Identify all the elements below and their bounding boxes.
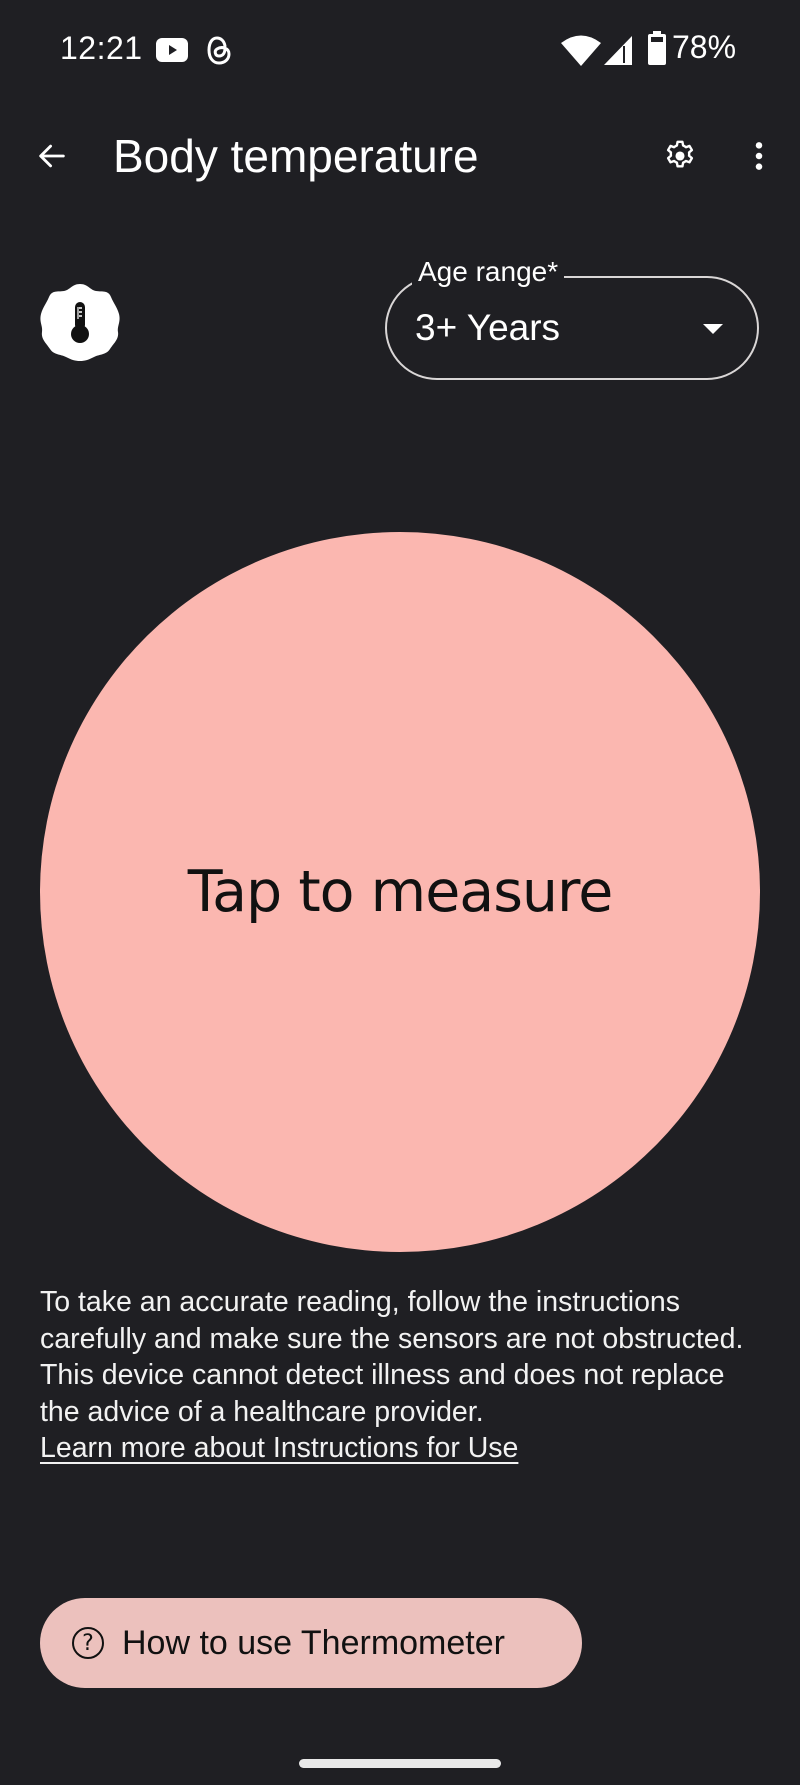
status-time: 12:21: [60, 30, 143, 66]
disclaimer-text: To take an accurate reading, follow the …: [40, 1286, 744, 1428]
more-options-button[interactable]: [735, 132, 783, 180]
cellular-signal-icon: [604, 36, 632, 65]
more-vert-icon: [755, 142, 763, 170]
body-temperature-screen: 12:21 78% Body temperature Age range* 3+…: [0, 0, 800, 1785]
gesture-navigation-bar[interactable]: [299, 1759, 501, 1768]
app-bar: Body temperature: [0, 110, 800, 200]
youtube-icon: [156, 38, 188, 62]
tap-to-measure-button[interactable]: Tap to measure: [40, 532, 760, 1252]
arrow-back-icon: [39, 144, 65, 168]
age-range-label: Age range*: [412, 256, 565, 288]
threads-icon: [207, 36, 231, 65]
battery-icon: [648, 31, 666, 65]
how-to-use-thermometer-button[interactable]: ? How to use Thermometer: [40, 1598, 582, 1688]
wifi-icon: [561, 35, 601, 66]
status-bar: 12:21 78%: [0, 0, 800, 100]
help-circle-icon: ?: [72, 1627, 104, 1659]
settings-gear-icon: [666, 140, 694, 168]
dropdown-caret-icon: [703, 324, 723, 334]
back-button[interactable]: [28, 132, 76, 180]
instructions-for-use-link[interactable]: Learn more about Instructions for Use: [40, 1430, 518, 1467]
thermometer-badge: [40, 284, 120, 361]
age-range-dropdown[interactable]: Age range* 3+ Years: [385, 256, 759, 380]
page-title: Body temperature: [113, 130, 479, 182]
measure-label: Tap to measure: [187, 859, 614, 925]
age-range-value: 3+ Years: [415, 307, 561, 348]
battery-percent: 78%: [672, 29, 737, 65]
settings-button[interactable]: [656, 132, 704, 180]
disclaimer: To take an accurate reading, follow the …: [40, 1284, 770, 1467]
how-to-use-label: How to use Thermometer: [122, 1623, 505, 1662]
